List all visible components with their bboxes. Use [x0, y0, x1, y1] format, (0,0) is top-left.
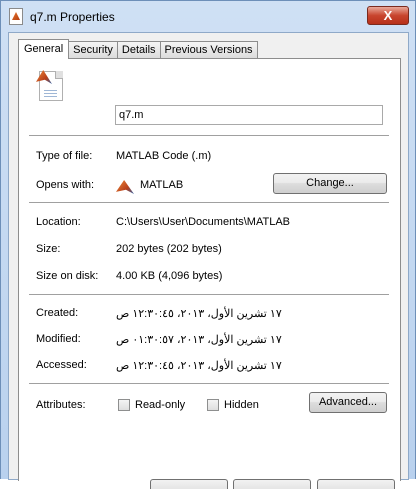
created-value: ١٧ تشرين الأول، ٢٠١٣، ١٢:٣٠:٤٥ ص: [116, 308, 282, 320]
hidden-checkbox[interactable]: [207, 399, 219, 411]
created-label: Created:: [36, 307, 79, 319]
attributes-label: Attributes:: [36, 399, 86, 411]
opens-with-label: Opens with:: [36, 179, 95, 191]
size-on-disk-value: 4.00 KB (4,096 bytes): [116, 270, 223, 282]
size-label: Size:: [36, 243, 61, 255]
read-only-label[interactable]: Read-only: [135, 399, 185, 411]
tab-security[interactable]: Security: [68, 41, 118, 58]
location-label: Location:: [36, 216, 81, 228]
divider: [29, 135, 389, 136]
close-button[interactable]: X: [367, 6, 409, 25]
divider: [29, 202, 389, 203]
apply-button[interactable]: [317, 479, 395, 489]
size-value: 202 bytes (202 bytes): [116, 243, 222, 255]
ok-button[interactable]: [150, 479, 228, 489]
properties-window: q7.m Properties X General Security Detai…: [0, 0, 416, 489]
type-value: MATLAB Code (.m): [116, 150, 212, 162]
read-only-checkbox[interactable]: [118, 399, 130, 411]
tab-strip: General Security Details Previous Versio…: [18, 39, 258, 59]
accessed-label: Accessed:: [36, 359, 87, 371]
type-label: Type of file:: [36, 150, 93, 162]
title-bar[interactable]: q7.m Properties X: [1, 1, 415, 33]
advanced-button[interactable]: Advanced...: [309, 392, 387, 413]
tab-details[interactable]: Details: [116, 41, 161, 58]
matlab-file-icon: [36, 70, 63, 101]
accessed-value: ١٧ تشرين الأول، ٢٠١٣، ١٢:٣٠:٤٥ ص: [116, 360, 282, 372]
cancel-button[interactable]: [233, 479, 311, 489]
divider: [29, 294, 389, 295]
general-panel: Type of file: MATLAB Code (.m) Opens wit…: [18, 58, 401, 481]
dialog-client-area: General Security Details Previous Versio…: [8, 32, 409, 489]
hidden-label[interactable]: Hidden: [224, 399, 259, 411]
window-title: q7.m Properties: [30, 10, 115, 24]
file-icon: [9, 8, 23, 25]
file-name-input[interactable]: [115, 105, 383, 125]
tab-previous-versions[interactable]: Previous Versions: [159, 41, 258, 58]
modified-value: ١٧ تشرين الأول، ٢٠١٣، ٠١:٣٠:٥٧ ص: [116, 334, 282, 346]
matlab-logo-icon: [116, 180, 134, 194]
location-value: C:\Users\User\Documents\MATLAB: [116, 216, 291, 228]
change-button[interactable]: Change...: [273, 173, 387, 194]
divider: [29, 383, 389, 384]
opens-with-value: MATLAB: [140, 179, 184, 191]
size-on-disk-label: Size on disk:: [36, 270, 99, 282]
modified-label: Modified:: [36, 333, 81, 345]
tab-general[interactable]: General: [18, 39, 70, 59]
